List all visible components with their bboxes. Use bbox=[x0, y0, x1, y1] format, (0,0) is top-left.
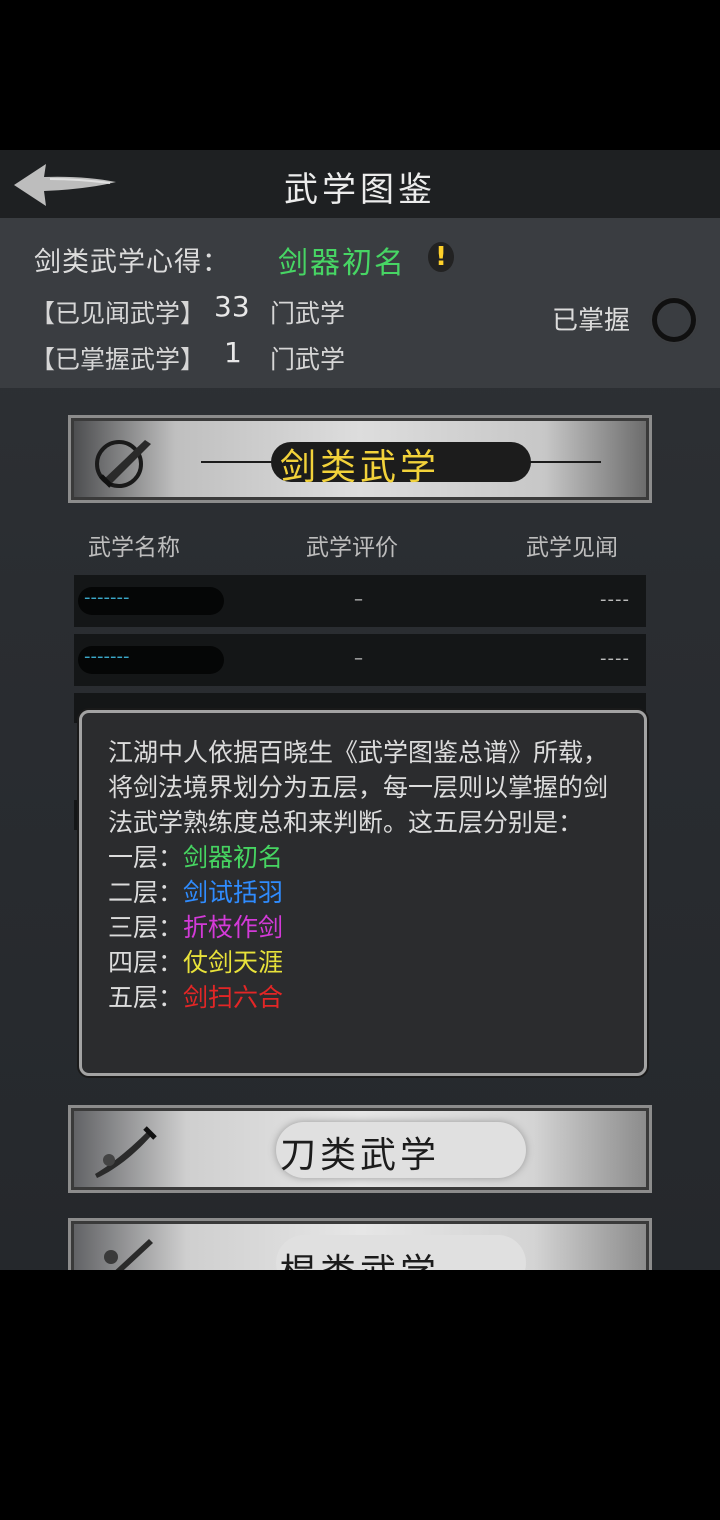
tier-name: 仗剑天涯 bbox=[183, 948, 284, 977]
skill-seen: ---- bbox=[600, 648, 630, 669]
tier-prefix: 一层： bbox=[108, 843, 184, 872]
category-banner-blade[interactable]: 刀类武学 bbox=[68, 1105, 652, 1193]
tooltip-text: 江湖中人依据百晓生《武学图鉴总谱》所载，将剑法境界划分为五层，每一层则以掌握的剑… bbox=[108, 738, 609, 837]
table-row[interactable]: ------- – ---- bbox=[74, 634, 646, 686]
mastered-filter-label: 已掌握 bbox=[552, 306, 631, 336]
category-banner-sword[interactable]: 剑类武学 bbox=[68, 415, 652, 503]
tier-line: 三层：折枝作剑 bbox=[108, 910, 618, 945]
tier-name: 折枝作剑 bbox=[183, 913, 284, 942]
tier-name: 剑试括羽 bbox=[183, 878, 284, 907]
tier-line: 一层：剑器初名 bbox=[108, 840, 618, 875]
category-label: 刀类武学 bbox=[279, 1135, 440, 1176]
tier-name: 剑扫六合 bbox=[183, 983, 284, 1012]
tier-prefix: 五层： bbox=[108, 983, 184, 1012]
seen-unit: 门武学 bbox=[270, 299, 346, 328]
martial-arts-codex-screen: 武学图鉴 剑类武学心得： 剑器初名 ! 【已见闻武学】 33 门武学 【已掌握武… bbox=[0, 150, 720, 1270]
seen-count-row: 【已见闻武学】 33 门武学 bbox=[30, 290, 345, 330]
skill-rating: – bbox=[354, 589, 363, 610]
insight-label: 剑类武学心得： bbox=[34, 247, 230, 278]
seen-prefix: 【已见闻武学】 bbox=[30, 299, 206, 328]
category-label: 棍类武学 bbox=[71, 1243, 649, 1270]
table-row[interactable]: ------- – ---- bbox=[74, 575, 646, 627]
tier-name: 剑器初名 bbox=[183, 843, 284, 872]
skill-rating: – bbox=[354, 648, 363, 669]
skill-seen: ---- bbox=[600, 589, 630, 610]
skill-name: ------- bbox=[84, 646, 130, 667]
mastered-prefix: 【已掌握武学】 bbox=[30, 345, 206, 374]
mastered-count: 1 bbox=[224, 336, 242, 369]
seen-count: 33 bbox=[214, 290, 250, 323]
page-title: 武学图鉴 bbox=[284, 170, 436, 210]
tier-line: 四层：仗剑天涯 bbox=[108, 945, 618, 980]
column-header-name: 武学名称 bbox=[88, 535, 180, 561]
tier-line: 五层：剑扫六合 bbox=[108, 980, 618, 1015]
mastered-unit: 门武学 bbox=[270, 345, 346, 374]
mastered-filter-toggle[interactable]: 已掌握 bbox=[552, 298, 696, 342]
tooltip-panel: 江湖中人依据百晓生《武学图鉴总谱》所载，将剑法境界划分为五层，每一层则以掌握的剑… bbox=[79, 710, 647, 1076]
tier-line: 二层：剑试括羽 bbox=[108, 875, 618, 910]
alert-icon[interactable]: ! bbox=[428, 242, 454, 272]
tier-prefix: 三层： bbox=[108, 913, 184, 942]
header-bar: 武学图鉴 bbox=[0, 150, 720, 218]
tier-prefix: 四层： bbox=[108, 948, 184, 977]
category-label: 剑类武学 bbox=[279, 447, 440, 488]
mastered-count-row: 【已掌握武学】 1 门武学 bbox=[30, 336, 345, 376]
insight-panel: 剑类武学心得： 剑器初名 ! 【已见闻武学】 33 门武学 【已掌握武学】 1 … bbox=[0, 218, 720, 388]
column-header-rating: 武学评价 bbox=[306, 535, 398, 561]
category-banner-staff[interactable]: 棍类武学 bbox=[68, 1218, 652, 1270]
tier-prefix: 二层： bbox=[108, 878, 184, 907]
empty-circle-icon[interactable] bbox=[652, 298, 696, 342]
insight-level[interactable]: 剑器初名 bbox=[278, 238, 406, 282]
column-header-seen: 武学见闻 bbox=[526, 535, 618, 561]
skill-name: ------- bbox=[84, 587, 130, 608]
